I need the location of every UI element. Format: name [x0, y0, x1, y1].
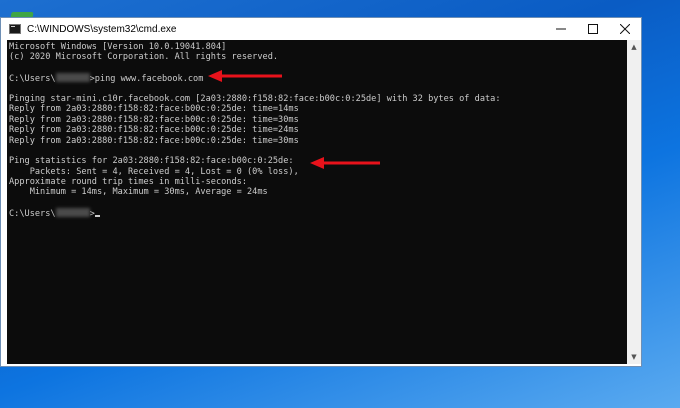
close-icon — [620, 24, 630, 34]
close-button[interactable] — [609, 18, 641, 40]
console-line: Reply from 2a03:2880:f158:82:face:b00c:0… — [9, 136, 501, 146]
cmd-window: C:\WINDOWS\system32\cmd.exe Microsoft Wi… — [0, 17, 642, 367]
scroll-up-icon[interactable]: ▲ — [627, 40, 641, 54]
console-line: Ping statistics for 2a03:2880:f158:82:fa… — [9, 156, 501, 166]
redacted-username — [55, 208, 90, 218]
annotation-arrow-command — [208, 70, 282, 82]
redacted-username — [55, 73, 90, 83]
prompt-path: C:\Users\ — [9, 74, 56, 85]
console-line: Pinging star-mini.c10r.facebook.com [2a0… — [9, 94, 501, 104]
output-text: (c) 2020 Microsoft Corporation. All righ… — [9, 52, 279, 63]
output-text: Pinging star-mini.c10r.facebook.com [2a0… — [9, 93, 501, 104]
cmd-app-icon[interactable] — [9, 24, 21, 34]
console-line: Approximate round trip times in milli-se… — [9, 177, 501, 187]
annotation-arrow-statistics — [310, 157, 380, 169]
console-line: C:\Users\ > — [9, 208, 501, 220]
console-line: Minimum = 14ms, Maximum = 30ms, Average … — [9, 187, 501, 197]
output-text: Microsoft Windows [Version 10.0.19041.80… — [9, 42, 227, 52]
window-title: C:\WINDOWS\system32\cmd.exe — [27, 23, 177, 35]
console-line: Microsoft Windows [Version 10.0.19041.80… — [9, 42, 501, 52]
console-line: Reply from 2a03:2880:f158:82:face:b00c:0… — [9, 104, 501, 114]
arrow-head — [208, 70, 222, 82]
output-text: Reply from 2a03:2880:f158:82:face:b00c:0… — [9, 104, 299, 115]
output-text: Reply from 2a03:2880:f158:82:face:b00c:0… — [9, 135, 299, 146]
maximize-button[interactable] — [577, 18, 609, 40]
scroll-down-icon[interactable]: ▼ — [627, 350, 641, 364]
output-text: Minimum = 14ms, Maximum = 30ms, Average … — [9, 187, 268, 198]
prompt-path: C:\Users\ — [9, 209, 56, 220]
output-text: Reply from 2a03:2880:f158:82:face:b00c:0… — [9, 114, 299, 125]
console-line: Packets: Sent = 4, Received = 4, Lost = … — [9, 167, 501, 177]
vertical-scrollbar[interactable]: ▲ ▼ — [627, 40, 641, 364]
console-line: Reply from 2a03:2880:f158:82:face:b00c:0… — [9, 115, 501, 125]
output-text: Approximate round trip times in milli-se… — [9, 177, 247, 188]
output-text: Ping statistics for 2a03:2880:f158:82:fa… — [9, 156, 294, 167]
title-bar[interactable]: C:\WINDOWS\system32\cmd.exe — [1, 18, 641, 40]
console-line: (c) 2020 Microsoft Corporation. All righ… — [9, 52, 501, 62]
text-cursor — [94, 215, 100, 218]
maximize-icon — [588, 24, 598, 34]
prompt-command: > — [89, 209, 95, 220]
console-output[interactable]: Microsoft Windows [Version 10.0.19041.80… — [7, 40, 627, 364]
minimize-button[interactable] — [545, 18, 577, 40]
console-line: Reply from 2a03:2880:f158:82:face:b00c:0… — [9, 125, 501, 135]
minimize-icon — [556, 28, 566, 30]
arrow-head — [310, 157, 324, 169]
output-text: Packets: Sent = 4, Received = 4, Lost = … — [9, 166, 299, 177]
output-text: Reply from 2a03:2880:f158:82:face:b00c:0… — [9, 125, 299, 136]
prompt-command: >ping www.facebook.com — [89, 74, 204, 85]
